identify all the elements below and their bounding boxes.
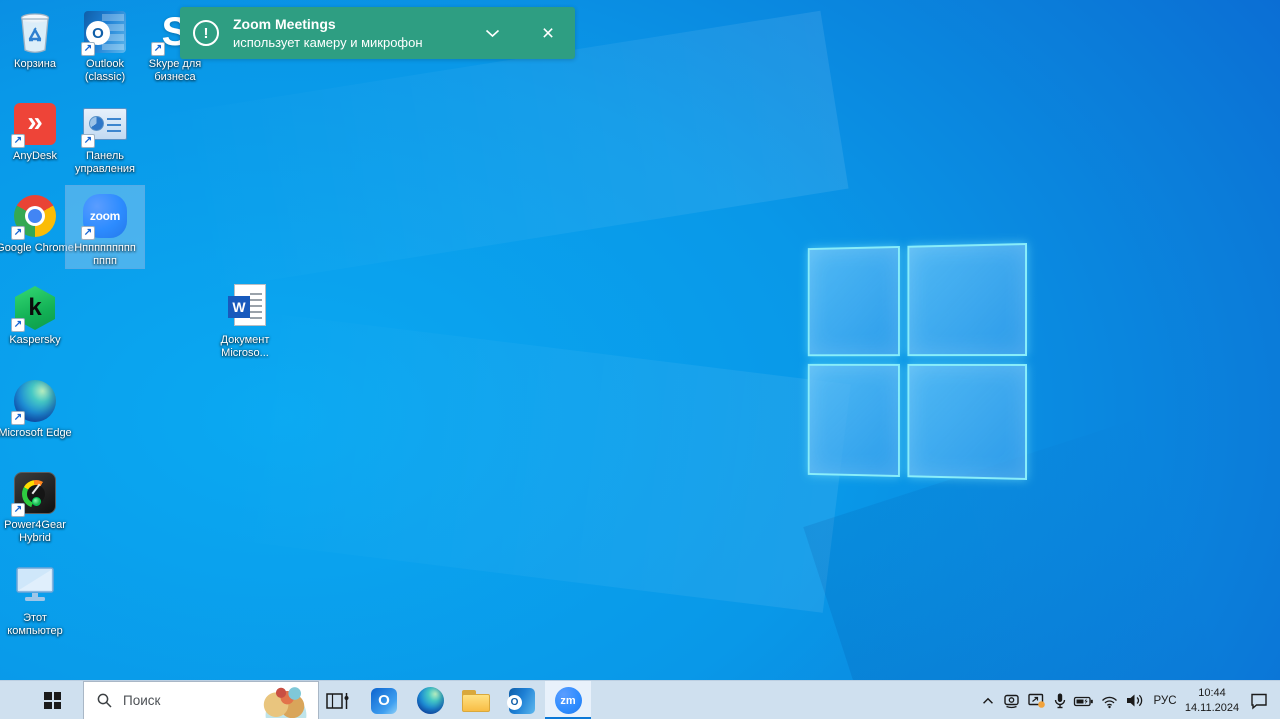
icon-label: Power4Gear Hybrid (4, 519, 66, 544)
battery-charging-icon (1073, 696, 1093, 706)
icon-label: Этот компьютер (7, 612, 63, 637)
icon-label: Outlook (classic) (84, 58, 126, 83)
tray-hidden-icons-button[interactable] (977, 681, 999, 719)
shortcut-arrow-icon: ↗ (81, 134, 95, 148)
desktop-icon-power4gear[interactable]: ↗ Power4Gear Hybrid (0, 463, 74, 545)
taskbar-file-explorer-button[interactable] (453, 681, 499, 719)
task-view-button[interactable] (315, 681, 361, 719)
notification-message: использует камеру и микрофон (233, 35, 423, 50)
wifi-icon (1102, 696, 1117, 709)
desktop-icon-word-document[interactable]: W Документ Microso... (206, 278, 284, 360)
notification-title: Zoom Meetings (233, 16, 336, 32)
windows-logo-pane (807, 245, 900, 357)
word-document-icon: W (222, 284, 268, 332)
tray-microphone-in-use[interactable] (1049, 681, 1070, 719)
desktop-screen: Корзина O ↗ Outlook (classic) S ↗ Skype … (0, 0, 1280, 719)
shortcut-arrow-icon: ↗ (81, 226, 95, 240)
chevron-up-icon (983, 697, 993, 704)
taskbar: Поиск O O zm РУС 10:44 14.11.2024 (0, 680, 1280, 719)
shortcut-arrow-icon: ↗ (11, 503, 25, 517)
taskbar-outlook-classic-button[interactable]: O (499, 681, 545, 719)
search-placeholder: Поиск (123, 693, 161, 708)
icon-label: Skype для бизнеса (148, 58, 202, 83)
zoom-camera-mic-notification: ! Zoom Meetings использует камеру и микр… (180, 7, 575, 59)
tray-wifi[interactable] (1097, 681, 1122, 719)
taskbar-search-box[interactable]: Поиск (83, 681, 319, 719)
windows-logo-pane (907, 243, 1027, 357)
shortcut-arrow-icon: ↗ (11, 318, 25, 332)
icon-label: AnyDesk (12, 150, 58, 162)
icon-label: Google Chrome (0, 242, 74, 254)
tray-battery[interactable] (1070, 681, 1097, 719)
file-explorer-icon (462, 689, 490, 712)
windows-logo-wallpaper (807, 243, 1027, 480)
shortcut-arrow-icon: ↗ (11, 226, 25, 240)
desktop-icon-zoom-selected[interactable]: zoom ↗ Нппппппппп пппп (65, 185, 145, 269)
search-highlight-image[interactable] (255, 683, 317, 718)
outlook-new-icon: O (371, 687, 397, 714)
camera-icon (1004, 694, 1019, 709)
task-view-icon (326, 692, 349, 709)
close-icon: × (541, 21, 555, 45)
windows-start-icon (44, 692, 61, 709)
taskbar-zoom-button-active[interactable]: zm (545, 681, 591, 719)
info-circle-icon: ! (193, 20, 219, 46)
volume-icon (1127, 694, 1143, 707)
icon-label: Корзина (14, 58, 56, 70)
this-pc-icon (16, 567, 54, 601)
windows-logo-pane (907, 363, 1027, 480)
tray-clock[interactable]: 10:44 14.11.2024 (1182, 681, 1242, 719)
recycle-bin-icon (20, 13, 50, 53)
shortcut-arrow-icon: ↗ (151, 42, 165, 56)
tray-display-share[interactable] (1024, 681, 1049, 719)
shortcut-arrow-icon: ↗ (11, 134, 25, 148)
microphone-icon (1054, 693, 1065, 708)
icon-label: Kaspersky (9, 334, 61, 346)
tray-language-indicator[interactable]: РУС (1148, 681, 1182, 719)
zoom-taskbar-icon: zm (554, 687, 582, 714)
desktop-icon-kaspersky[interactable]: k ↗ Kaspersky (0, 278, 74, 347)
icon-label: Нппппппппп пппп (74, 242, 136, 267)
windows-logo-pane (807, 363, 900, 478)
notification-close-button[interactable]: × (528, 7, 568, 59)
start-button[interactable] (0, 681, 82, 719)
icon-label: Документ Microso... (220, 334, 270, 359)
desktop-icon-google-chrome[interactable]: ↗ Google Chrome (0, 186, 74, 255)
system-tray: РУС 10:44 14.11.2024 (977, 681, 1276, 719)
taskbar-outlook-new-button[interactable]: O (361, 681, 407, 719)
shortcut-arrow-icon: ↗ (11, 411, 25, 425)
action-center-icon (1251, 693, 1267, 710)
desktop-icon-anydesk[interactable]: » ↗ AnyDesk (0, 94, 74, 163)
shortcut-arrow-icon: ↗ (81, 42, 95, 56)
tray-camera-in-use[interactable] (999, 681, 1024, 719)
desktop-icon-control-panel[interactable]: ↗ Панель управления (66, 94, 144, 176)
action-center-button[interactable] (1242, 681, 1276, 719)
outlook-classic-icon: O (507, 687, 535, 714)
desktop-icon-microsoft-edge[interactable]: ↗ Microsoft Edge (0, 371, 74, 440)
desktop-icon-recycle-bin[interactable]: Корзина (0, 2, 74, 71)
icon-label: Панель управления (75, 150, 135, 175)
desktop-icon-this-pc[interactable]: Этот компьютер (0, 556, 74, 638)
display-icon (1028, 693, 1045, 708)
desktop-icon-outlook-classic[interactable]: O ↗ Outlook (classic) (66, 2, 144, 84)
tray-date: 14.11.2024 (1184, 701, 1240, 714)
tray-time: 10:44 (1198, 687, 1226, 700)
icon-label: Microsoft Edge (0, 427, 72, 439)
notification-expand-button[interactable] (472, 7, 512, 59)
wallpaper-ray (0, 277, 851, 613)
tray-volume[interactable] (1122, 681, 1148, 719)
edge-icon (416, 687, 444, 714)
taskbar-edge-button[interactable] (407, 681, 453, 719)
search-icon (97, 693, 112, 708)
chevron-down-icon (485, 29, 499, 37)
